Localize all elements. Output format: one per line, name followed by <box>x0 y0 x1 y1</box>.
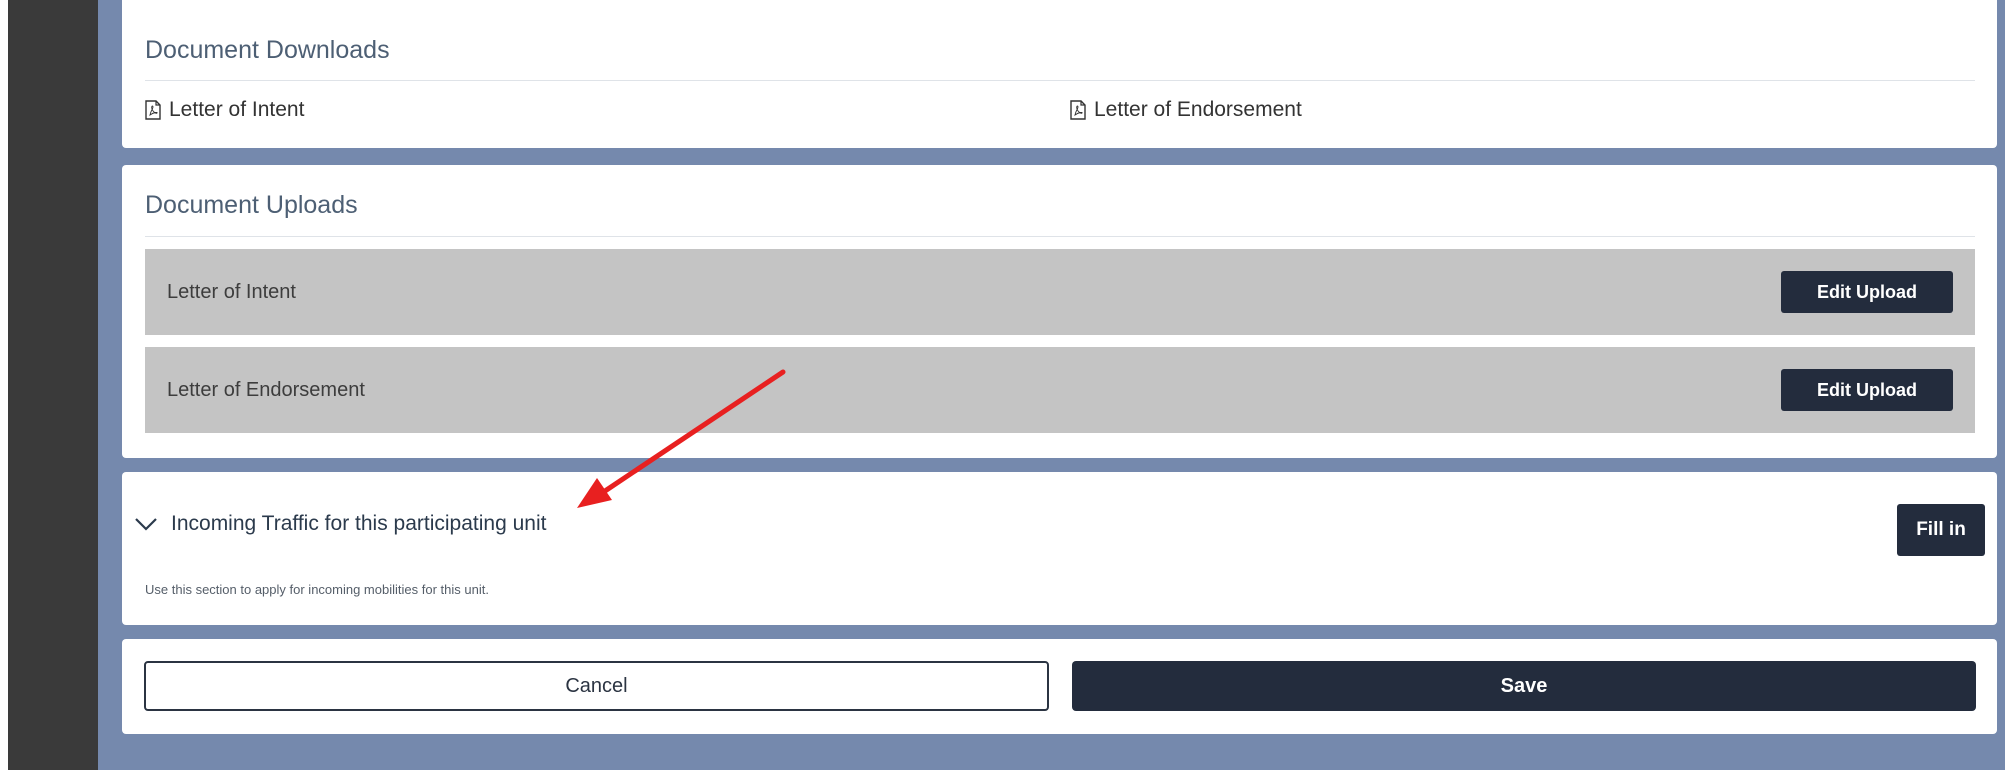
section-divider <box>145 80 1975 81</box>
section-divider <box>145 236 1975 237</box>
download-link-label: Letter of Intent <box>169 98 305 121</box>
pdf-file-icon <box>1070 100 1086 120</box>
document-uploads-title: Document Uploads <box>145 191 358 219</box>
pdf-file-icon <box>145 100 161 120</box>
download-letter-of-endorsement-link[interactable]: Letter of Endorsement <box>1070 98 1302 122</box>
document-uploads-card: Document Uploads Letter of Intent Edit U… <box>122 165 1997 458</box>
edit-upload-button[interactable]: Edit Upload <box>1781 369 1953 411</box>
chevron-down-icon <box>135 518 157 531</box>
incoming-traffic-card: Incoming Traffic for this participating … <box>122 472 1997 625</box>
upload-row-letter-of-intent: Letter of Intent Edit Upload <box>145 249 1975 335</box>
upload-row-label: Letter of Intent <box>167 281 296 303</box>
download-link-label: Letter of Endorsement <box>1094 98 1302 121</box>
upload-row-letter-of-endorsement: Letter of Endorsement Edit Upload <box>145 347 1975 433</box>
form-actions-card: Cancel Save <box>122 639 1997 734</box>
download-letter-of-intent-link[interactable]: Letter of Intent <box>145 98 304 122</box>
incoming-traffic-title: Incoming Traffic for this participating … <box>171 512 547 535</box>
edit-upload-button[interactable]: Edit Upload <box>1781 271 1953 313</box>
incoming-traffic-toggle[interactable]: Incoming Traffic for this participating … <box>135 512 546 536</box>
save-button[interactable]: Save <box>1072 661 1976 711</box>
document-downloads-card: Document Downloads Letter of Intent Lett… <box>122 0 1997 148</box>
document-downloads-title: Document Downloads <box>145 36 390 64</box>
upload-row-label: Letter of Endorsement <box>167 379 365 401</box>
cancel-button[interactable]: Cancel <box>144 661 1049 711</box>
left-sidebar <box>8 0 98 770</box>
fill-in-button[interactable]: Fill in <box>1897 504 1985 556</box>
incoming-traffic-description: Use this section to apply for incoming m… <box>145 582 489 597</box>
